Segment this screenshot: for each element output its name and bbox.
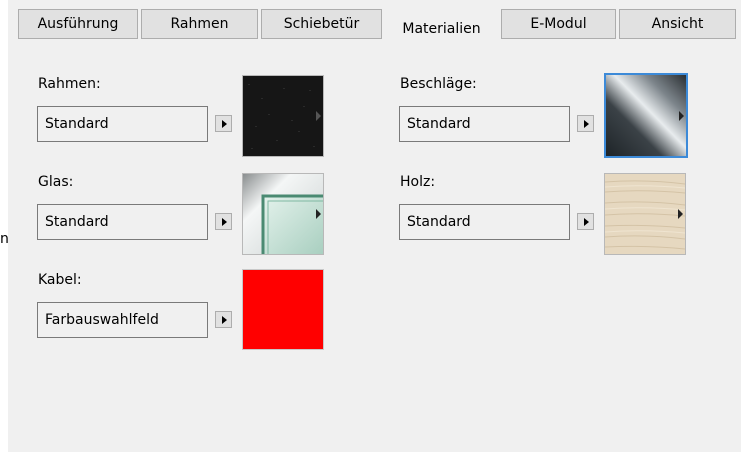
- tab-ausfuehrung[interactable]: Ausführung: [18, 9, 138, 39]
- glas-label: Glas:: [38, 174, 74, 190]
- holz-label: Holz:: [400, 174, 436, 190]
- light-wood-image: [605, 174, 685, 254]
- tab-schiebetuer[interactable]: Schiebetür: [261, 9, 382, 39]
- chrome-gradient-image: [606, 75, 686, 156]
- holz-material-swatch[interactable]: [604, 173, 686, 255]
- materials-dialog: Ausführung Rahmen Schiebetür Materialien…: [8, 0, 741, 452]
- kabel-color-field[interactable]: Farbauswahlfeld: [37, 302, 208, 338]
- tab-e-modul[interactable]: E-Modul: [501, 9, 616, 39]
- kabel-color-swatch[interactable]: [242, 269, 324, 350]
- beschlaege-material-field[interactable]: Standard: [399, 106, 570, 142]
- rahmen-material-field[interactable]: Standard: [37, 106, 208, 142]
- arrow-right-icon: [583, 217, 589, 226]
- holz-arrow-button[interactable]: [577, 213, 594, 230]
- arrow-right-icon: [583, 119, 589, 128]
- glas-arrow-button[interactable]: [215, 213, 232, 230]
- rahmen-arrow-button[interactable]: [215, 115, 232, 132]
- expand-marker-icon: [678, 209, 683, 219]
- glas-material-swatch[interactable]: [242, 173, 324, 255]
- kabel-arrow-button[interactable]: [215, 311, 232, 328]
- kabel-label: Kabel:: [38, 272, 82, 288]
- glass-corner-image: [243, 174, 323, 254]
- rahmen-material-swatch[interactable]: [242, 75, 324, 157]
- expand-marker-icon: [679, 110, 684, 121]
- glas-material-field[interactable]: Standard: [37, 204, 208, 240]
- beschlaege-label: Beschläge:: [400, 76, 477, 92]
- beschlaege-arrow-button[interactable]: [577, 115, 594, 132]
- tab-rahmen[interactable]: Rahmen: [141, 9, 258, 39]
- expand-marker-icon: [316, 209, 321, 219]
- tab-materialien[interactable]: Materialien: [385, 13, 498, 45]
- expand-marker-icon: [316, 111, 321, 121]
- black-texture-image: [243, 76, 323, 156]
- arrow-right-icon: [221, 217, 227, 226]
- rahmen-label: Rahmen:: [38, 76, 101, 92]
- holz-material-field[interactable]: Standard: [399, 204, 570, 240]
- arrow-right-icon: [221, 315, 227, 324]
- tab-ansicht[interactable]: Ansicht: [619, 9, 736, 39]
- beschlaege-material-swatch[interactable]: [604, 73, 688, 158]
- arrow-right-icon: [221, 119, 227, 128]
